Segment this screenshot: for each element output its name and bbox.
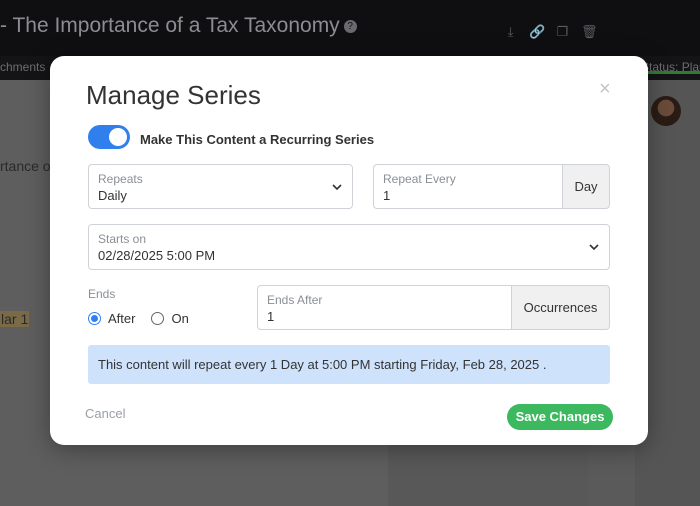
app-header: - The Importance of a Tax Taxonomy? ⤓ 🔗 … xyxy=(0,0,700,56)
copy-icon[interactable]: ❐ xyxy=(555,25,570,39)
close-icon[interactable]: × xyxy=(599,79,613,99)
download-icon[interactable]: ⤓ xyxy=(503,25,518,39)
repeat-every-input[interactable]: Repeat Every 1 xyxy=(373,164,563,209)
ends-on-label: On xyxy=(171,311,189,326)
repeat-unit-addon: Day xyxy=(562,164,610,209)
trash-icon[interactable]: 🗑 xyxy=(581,25,598,39)
modal-title: Manage Series xyxy=(86,80,261,110)
repeat-every-label: Repeat Every xyxy=(383,172,456,186)
repeats-value: Daily xyxy=(98,188,127,203)
starts-on-picker[interactable]: Starts on 02/28/2025 5:00 PM xyxy=(88,224,610,270)
ends-after-value: 1 xyxy=(267,309,275,324)
ends-after-input[interactable]: Ends After 1 xyxy=(257,285,512,330)
ends-after-field-label: Ends After xyxy=(267,293,323,307)
ends-label: Ends xyxy=(88,287,116,301)
recurring-series-label: Make This Content a Recurring Series xyxy=(140,132,375,147)
ends-options: After On xyxy=(88,311,189,326)
help-icon[interactable]: ? xyxy=(343,19,357,33)
chevron-down-icon xyxy=(589,244,599,251)
avatar[interactable] xyxy=(651,96,681,126)
save-changes-button[interactable]: Save Changes xyxy=(507,404,613,430)
page-title: - The Importance of a Tax Taxonomy? xyxy=(0,14,357,38)
ends-after-label: After xyxy=(108,311,136,326)
ends-after-radio[interactable] xyxy=(88,312,101,325)
repeats-label: Repeats xyxy=(98,172,143,186)
chevron-down-icon xyxy=(332,184,342,191)
background-text-line: rtance o xyxy=(0,158,51,174)
occurrences-addon: Occurrences xyxy=(511,285,610,330)
toggle-knob xyxy=(109,128,127,146)
toolbar-icons: ⤓ 🔗 ❐ 🗑 xyxy=(503,25,598,39)
link-icon[interactable]: 🔗 xyxy=(529,25,545,39)
tab-attachments[interactable]: chments xyxy=(0,60,45,74)
cancel-button[interactable]: Cancel xyxy=(85,406,125,421)
page-title-text: - The Importance of a Tax Taxonomy xyxy=(0,14,340,37)
starts-on-label: Starts on xyxy=(98,232,147,246)
status-progress xyxy=(640,71,700,74)
recurring-series-toggle[interactable] xyxy=(88,125,130,149)
recurrence-summary: This content will repeat every 1 Day at … xyxy=(88,345,610,384)
background-highlight-text: lar 1 xyxy=(0,311,30,327)
repeat-every-value: 1 xyxy=(383,188,391,203)
ends-on-radio[interactable] xyxy=(151,312,165,325)
repeats-select[interactable]: Repeats Daily xyxy=(88,164,353,209)
starts-on-value: 02/28/2025 5:00 PM xyxy=(98,248,216,263)
manage-series-modal: Manage Series × Make This Content a Recu… xyxy=(50,56,648,445)
